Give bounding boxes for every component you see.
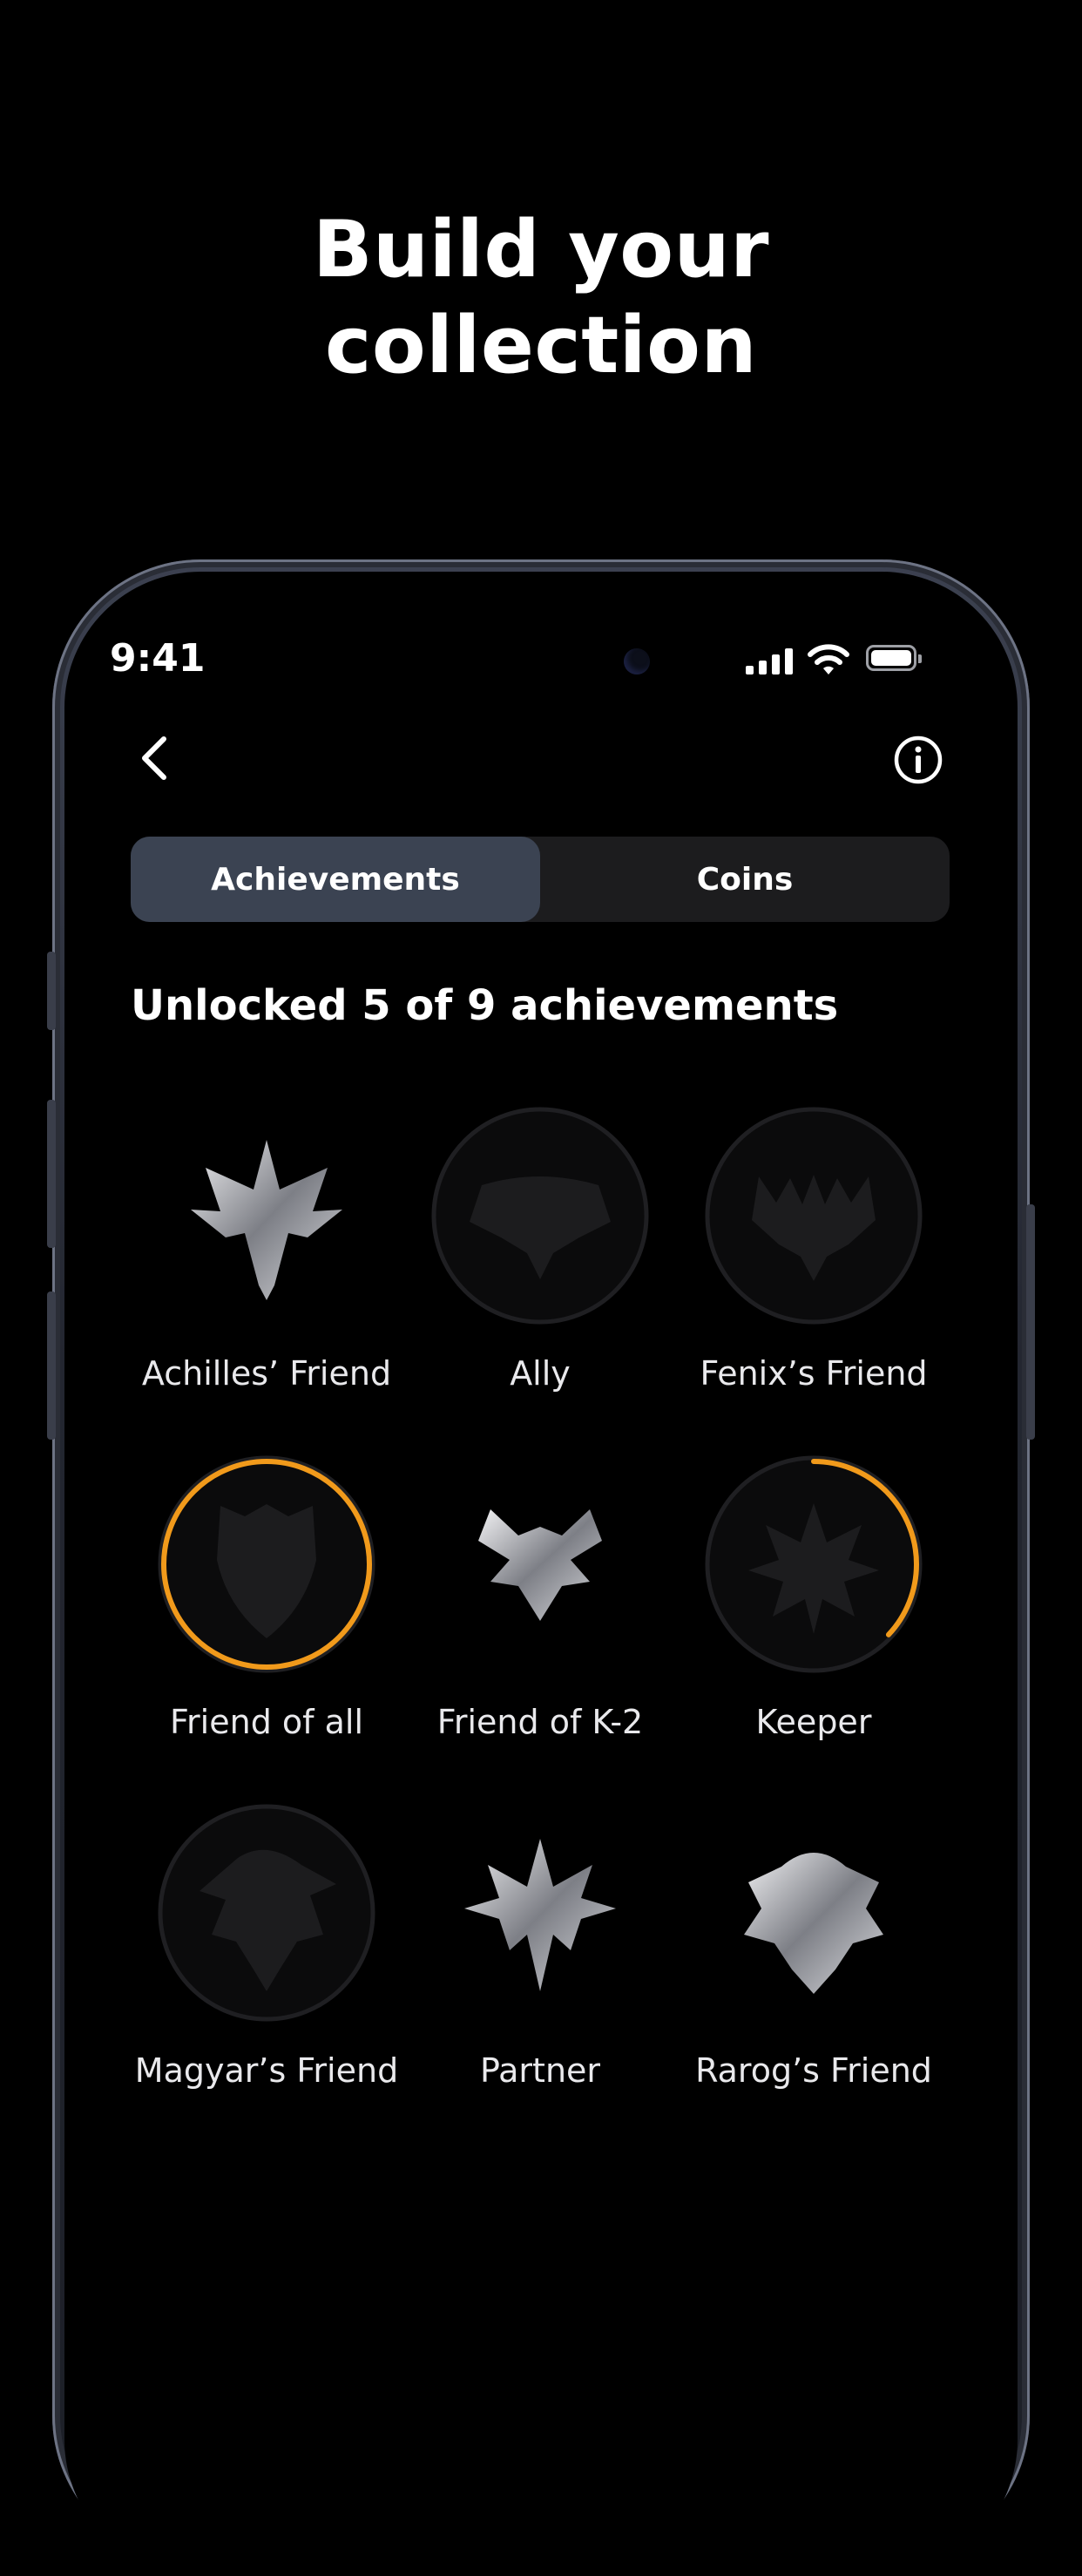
achievement-label: Partner <box>479 2051 601 2090</box>
segmented-control: Achievements Coins <box>131 837 950 922</box>
headline: Build your collection <box>0 202 1082 394</box>
achievement-label: Friend of all <box>169 1703 364 1741</box>
achievement-rarog-friend[interactable]: Rarog’s Friend <box>677 1804 950 2090</box>
achievement-label: Friend of K-2 <box>436 1703 644 1741</box>
badge-emblem <box>464 1839 616 1991</box>
badge-icon <box>158 1455 375 1673</box>
info-circle-icon[interactable] <box>892 734 944 786</box>
achievement-label: Keeper <box>755 1703 872 1741</box>
achievement-magyar-friend[interactable]: Magyar’s Friend <box>130 1804 403 2090</box>
achievement-label: Rarog’s Friend <box>695 2051 932 2090</box>
achievement-achilles-friend[interactable]: Achilles’ Friend <box>130 1107 403 1393</box>
achievement-friend-of-all[interactable]: Friend of all <box>130 1455 403 1741</box>
status-time: 9:41 <box>110 636 206 681</box>
battery-icon <box>866 645 922 671</box>
side-button <box>47 952 56 1030</box>
achievement-fenix-friend[interactable]: Fenix’s Friend <box>677 1107 950 1393</box>
front-camera <box>624 648 650 675</box>
achievement-keeper[interactable]: Keeper <box>677 1455 950 1741</box>
achievement-partner[interactable]: Partner <box>403 1804 677 2090</box>
achievement-friend-of-k2[interactable]: Friend of K-2 <box>403 1455 677 1741</box>
achievement-label: Fenix’s Friend <box>700 1354 928 1393</box>
badge-icon <box>158 1804 375 2022</box>
wifi-icon <box>808 644 849 675</box>
achievement-ally[interactable]: Ally <box>403 1107 677 1393</box>
badge-icon <box>705 1107 923 1325</box>
achievements-summary: Unlocked 5 of 9 achievements <box>131 981 839 1030</box>
badge-emblem <box>191 1140 342 1300</box>
badge-icon <box>158 1107 375 1325</box>
achievement-label: Achilles’ Friend <box>141 1354 392 1393</box>
side-button <box>47 1291 56 1440</box>
tab-achievements[interactable]: Achievements <box>131 837 540 922</box>
badge-icon <box>431 1455 649 1673</box>
chevron-left-icon[interactable] <box>131 732 183 784</box>
side-button <box>47 1100 56 1248</box>
tab-coins[interactable]: Coins <box>540 837 950 922</box>
badge-icon <box>431 1804 649 2022</box>
achievement-label: Magyar’s Friend <box>134 2051 399 2090</box>
cellular-signal-icon <box>746 648 793 675</box>
badge-icon <box>705 1455 923 1673</box>
badge-icon <box>705 1804 923 2022</box>
achievement-label: Ally <box>510 1354 571 1393</box>
badge-icon <box>431 1107 649 1325</box>
side-button <box>1026 1204 1035 1440</box>
headline-line-2: collection <box>324 300 758 391</box>
badge-emblem <box>744 1853 883 1994</box>
headline-line-1: Build your <box>312 204 770 295</box>
badge-emblem <box>478 1509 602 1621</box>
